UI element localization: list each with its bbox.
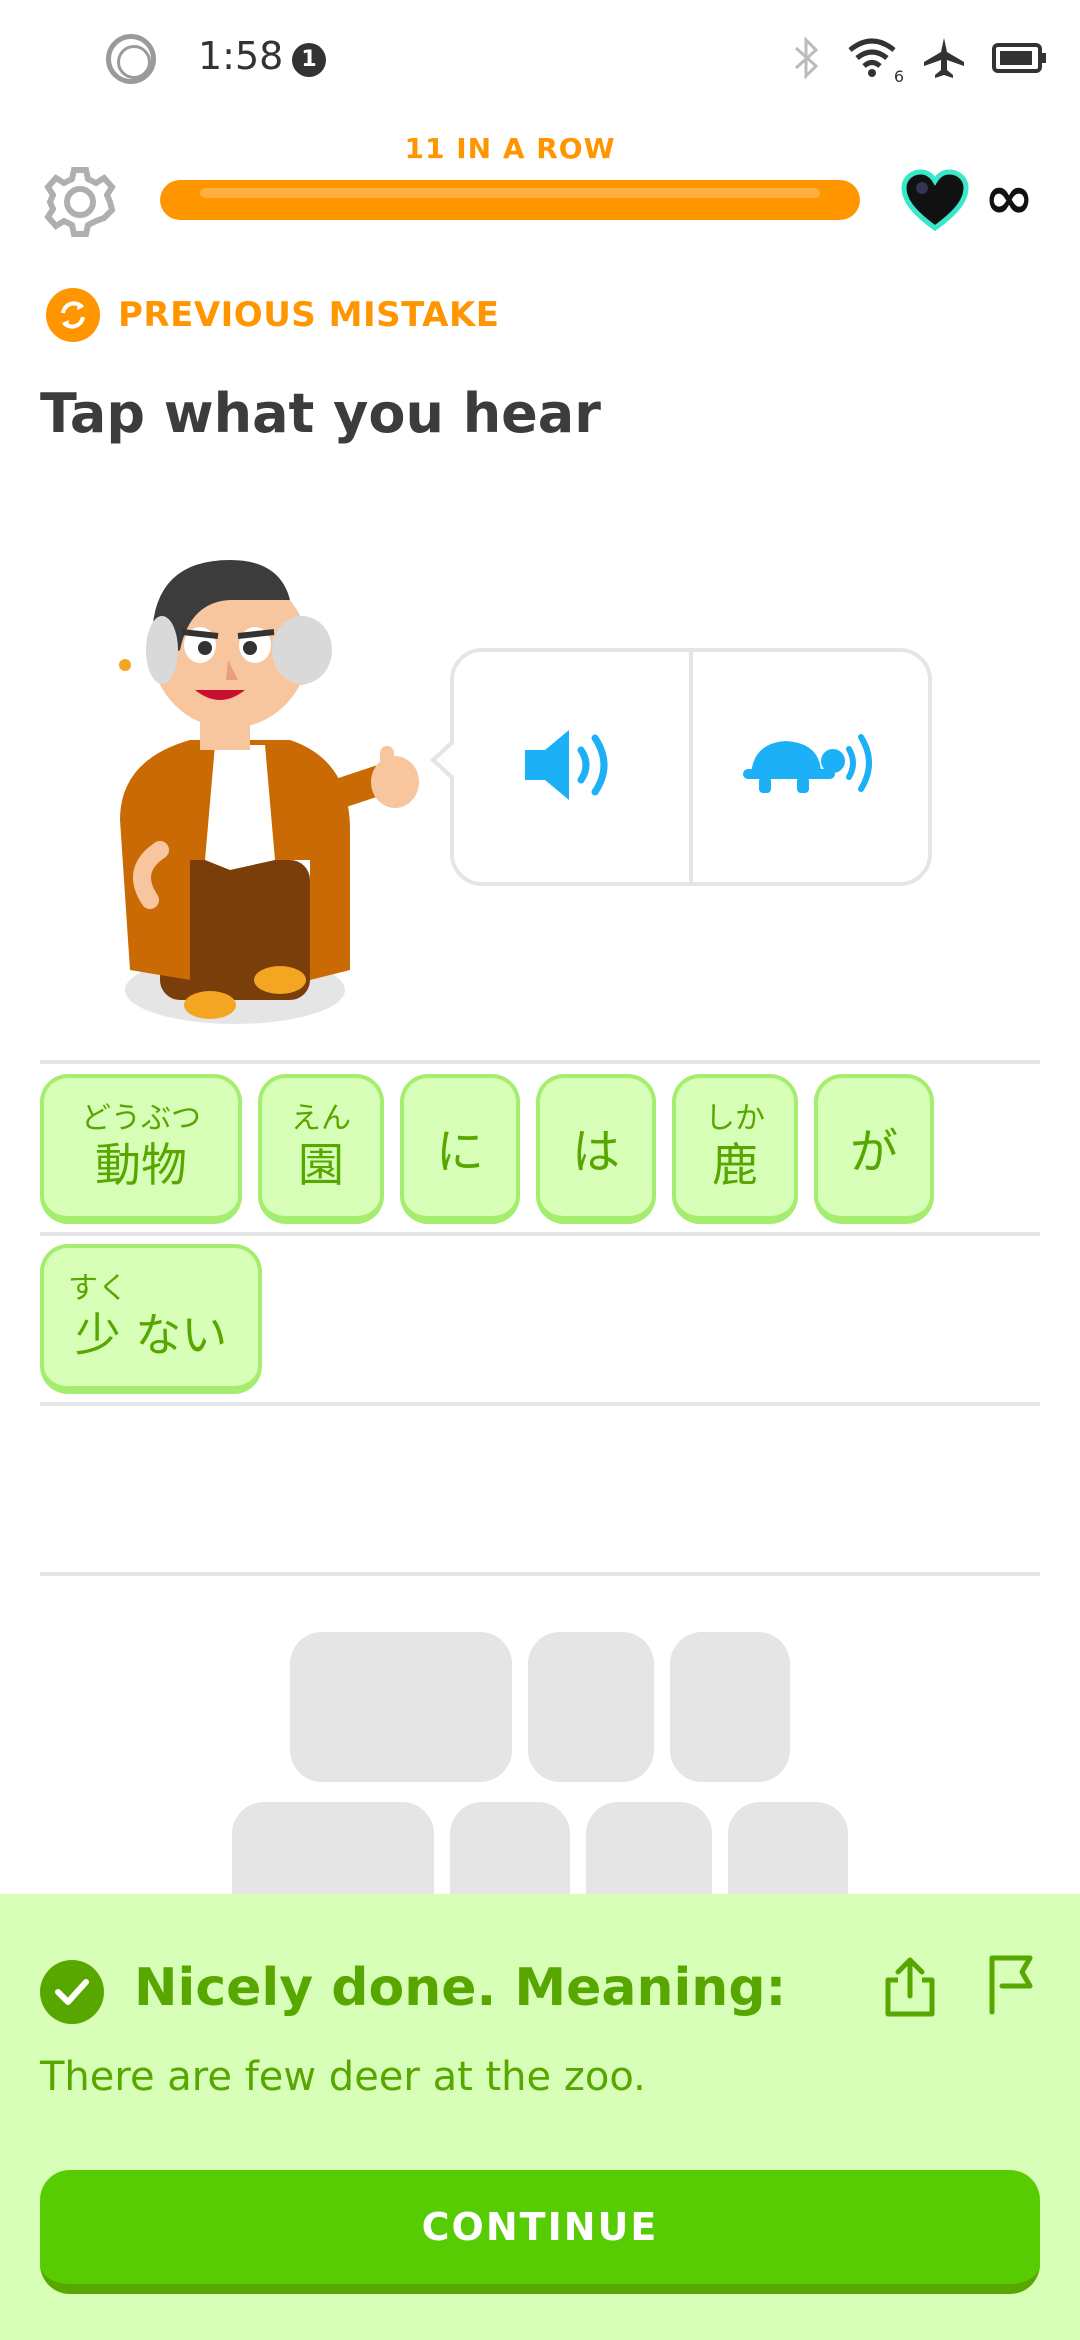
wifi-icon: 6 [848,38,904,86]
heart-icon[interactable] [900,168,970,232]
status-circle-icon [106,34,156,84]
notification-badge: 1 [292,43,326,77]
bluetooth-icon [792,36,822,84]
wifi-label: 6 [893,67,904,86]
answer-line [40,1060,1040,1064]
audio-speech-bubble [430,648,932,886]
tile-text: 園 [298,1138,344,1192]
tile-text: は [571,1124,620,1180]
previous-mistake-tag: PREVIOUS MISTAKE [46,288,500,342]
feedback-panel: Nicely done. Meaning: There are few deer… [0,1894,1080,2340]
answer-tile[interactable]: に [400,1074,520,1224]
answer-tile[interactable]: どうぶつ 動物 [40,1074,242,1224]
turtle-slow-icon [741,725,881,809]
hearts-infinity: ∞ [984,163,1034,233]
airplane-icon [922,36,966,84]
gear-icon[interactable] [40,162,120,242]
battery-icon [992,41,1046,79]
status-time: 1:58 [198,34,284,78]
speaker-icon [517,720,627,814]
tile-ruby: しか [705,1101,765,1136]
character-illustration [80,540,440,1040]
answer-line [40,1572,1040,1576]
answer-tile[interactable]: は [536,1074,656,1224]
word-bank-slot [290,1632,512,1782]
status-icons: 6 [792,36,1046,86]
answer-tile[interactable]: すく 少 ない [40,1244,262,1394]
previous-mistake-label: PREVIOUS MISTAKE [118,295,500,335]
answer-line [40,1232,1040,1236]
tile-ruby: すく [68,1271,128,1306]
tile-ruby: えん [291,1101,351,1136]
feedback-title: Nicely done. Meaning: [134,1958,787,2018]
tile-text: 少 ない [74,1308,228,1362]
answer-tile[interactable]: が [814,1074,934,1224]
tile-text: 鹿 [712,1138,758,1192]
lesson-progress-bar [160,180,860,220]
status-bar: 1:58 1 6 [0,0,1080,120]
answer-tile[interactable]: えん 園 [258,1074,384,1224]
share-icon[interactable] [880,1954,940,2020]
lesson-progress-fill [160,180,860,220]
feedback-meaning: There are few deer at the zoo. [40,2054,646,2100]
tile-ruby: どうぶつ [81,1101,201,1136]
play-audio-button[interactable] [454,652,689,882]
continue-button[interactable]: CONTINUE [40,2170,1040,2294]
refresh-icon [46,288,100,342]
tile-text: が [849,1124,898,1180]
word-bank-slot [528,1632,654,1782]
word-bank-slot [670,1632,790,1782]
check-icon [40,1960,104,2024]
flag-report-icon[interactable] [980,1952,1040,2018]
instruction-title: Tap what you hear [40,382,601,445]
answer-line [40,1402,1040,1406]
tile-text: に [435,1124,484,1180]
play-slow-audio-button[interactable] [693,652,928,882]
tile-text: 動物 [95,1138,187,1192]
streak-label: 11 IN A ROW [404,132,616,165]
answer-tile[interactable]: しか 鹿 [672,1074,798,1224]
